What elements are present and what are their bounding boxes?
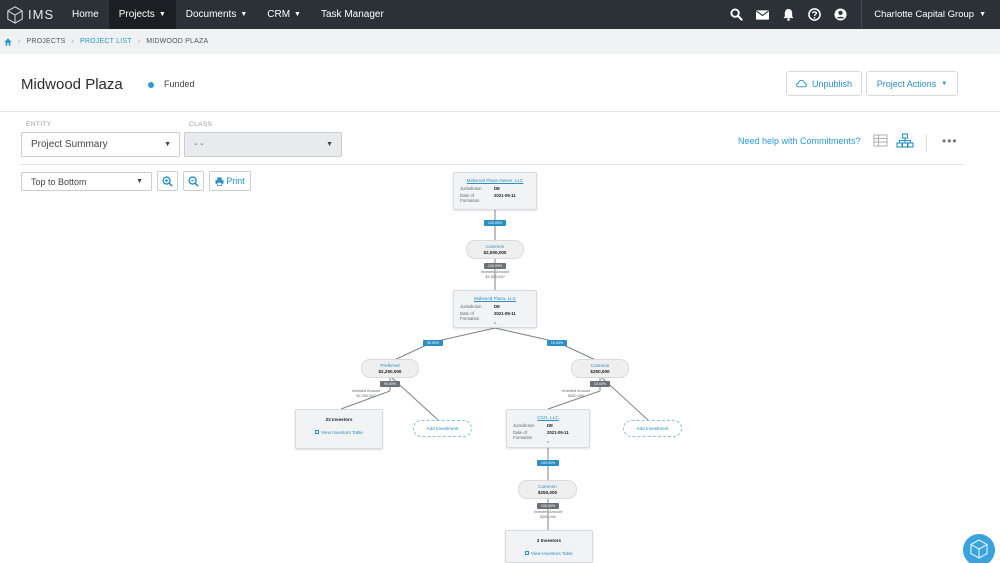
ownership-percent-badge: 10.00% (590, 381, 610, 387)
chevron-down-icon: ▼ (294, 11, 301, 18)
cube-icon (970, 539, 988, 559)
breadcrumb-projects[interactable]: PROJECTS (27, 38, 66, 45)
class-node[interactable]: Preferred $2,250,000 (361, 359, 419, 378)
ownership-percent-badge: 100.00% (484, 263, 506, 269)
bell-icon[interactable] (775, 0, 801, 29)
ownership-percent-badge: 100.00% (537, 503, 559, 509)
table-icon (525, 551, 530, 555)
search-icon[interactable] (723, 0, 749, 29)
chevron-up-icon[interactable]: ^ (454, 322, 536, 328)
nav-task-manager[interactable]: Task Manager (311, 0, 394, 29)
logo-text: IMS (28, 7, 55, 22)
nav-right: Charlotte Capital Group ▼ (723, 0, 1000, 29)
class-node[interactable]: Common $250,000 (518, 480, 577, 499)
invested-amount: Invested Amount $2,250,000 (351, 389, 381, 398)
breadcrumb-separator: › (71, 38, 75, 45)
help-icon[interactable] (801, 0, 827, 29)
ownership-org-chart: Midwood Plaza Owner, LLC Jurisdiction DE … (0, 54, 1000, 563)
entity-name[interactable]: Midwood Plaza Owner, LLC (454, 178, 536, 183)
table-icon (315, 430, 320, 434)
breadcrumb-project-list[interactable]: PROJECT LIST (80, 38, 132, 45)
chevron-down-icon: ▼ (158, 11, 166, 18)
investors-node[interactable]: 2 Investors View Investors Table (505, 530, 593, 563)
class-node[interactable]: Common $2,500,000 (466, 240, 524, 259)
top-nav: IMS Home Projects ▼ Documents ▼ CRM ▼ Task … (0, 0, 1000, 29)
nav-crm[interactable]: CRM ▼ (257, 0, 311, 29)
ownership-percent-badge: 10.00% (547, 340, 567, 346)
invested-amount: Invested Amount $2,500,000 (480, 270, 510, 279)
logo[interactable]: IMS (0, 0, 62, 29)
entity-name[interactable]: Midwood Plaza, LLC (454, 296, 536, 301)
view-investors-table-link[interactable]: View Investors Table (506, 551, 592, 556)
help-widget-button[interactable] (963, 534, 995, 563)
view-investors-table-link[interactable]: View Investors Table (296, 430, 382, 435)
user-icon[interactable] (827, 0, 853, 29)
breadcrumb-current: MIDWOOD PLAZA (146, 38, 209, 45)
nav-home[interactable]: Home (62, 0, 109, 29)
entity-node[interactable]: CCG, LLC Jurisdiction DE Date of Formatio… (506, 409, 590, 448)
org-switcher[interactable]: Charlotte Capital Group ▼ (861, 0, 1000, 29)
breadcrumb-separator: › (137, 38, 141, 45)
add-investment-button[interactable]: Add Investment (413, 420, 472, 437)
add-investment-button[interactable]: Add Investment (623, 420, 682, 437)
investors-node[interactable]: 23 Investors View Investors Table (295, 409, 383, 449)
breadcrumb: › PROJECTS › PROJECT LIST › MIDWOOD PLAZ… (0, 29, 1000, 54)
breadcrumb-separator: › (18, 38, 21, 45)
chevron-up-icon[interactable]: ^ (507, 441, 589, 447)
entity-name[interactable]: CCG, LLC (507, 415, 589, 420)
nav-projects[interactable]: Projects ▼ (108, 0, 176, 29)
home-icon[interactable] (4, 37, 12, 46)
invested-amount: Invested Amount $250,000 (533, 510, 563, 519)
entity-node[interactable]: Midwood Plaza, LLC Jurisdiction DE Date o… (453, 290, 537, 328)
ownership-percent-badge: 100.00% (537, 460, 559, 466)
class-node[interactable]: Common $250,000 (571, 359, 629, 378)
ownership-percent-badge: 90.00% (380, 381, 400, 387)
mail-icon[interactable] (749, 0, 775, 29)
nav-documents[interactable]: Documents ▼ (176, 0, 258, 29)
invested-amount: Invested Amount $250,000 (561, 389, 591, 398)
entity-node[interactable]: Midwood Plaza Owner, LLC Jurisdiction DE … (453, 172, 537, 210)
logo-cube-icon (7, 5, 23, 24)
chevron-down-icon: ▼ (979, 11, 986, 18)
ownership-percent-badge: 100.00% (484, 220, 506, 226)
ownership-percent-badge: 90.00% (423, 340, 443, 346)
chevron-down-icon: ▼ (240, 11, 248, 18)
project-card: Midwood Plaza Funded Unpublish Project A… (0, 54, 1000, 563)
